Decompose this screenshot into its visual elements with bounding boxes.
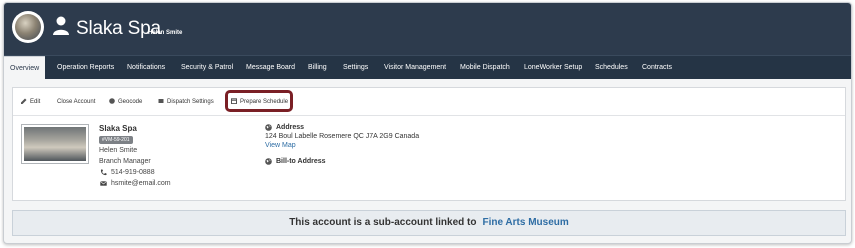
geocode-label: Geocode <box>118 99 143 105</box>
tab-billing[interactable]: Billing <box>302 56 333 80</box>
globe-icon <box>265 124 272 131</box>
tab-settings[interactable]: Settings <box>337 56 374 80</box>
tab-loneworker-setup[interactable]: LoneWorker Setup <box>518 56 588 80</box>
contact-role: Branch Manager <box>99 158 151 165</box>
account-toolbar: Edit Close Account Geocode Dispatch Sett… <box>13 88 845 116</box>
sub-account-text: This account is a sub-account linked to <box>289 217 477 228</box>
account-id-badge: #VM-59-201 <box>99 136 133 144</box>
contact-email: hsmite@email.com <box>111 180 171 187</box>
tab-message-board[interactable]: Message Board <box>240 56 301 80</box>
account-panel: Edit Close Account Geocode Dispatch Sett… <box>12 87 846 201</box>
phone-icon <box>100 169 107 176</box>
address-label: Address <box>276 124 305 131</box>
tab-security-patrol[interactable]: Security & Patrol <box>175 56 239 80</box>
close-account-button[interactable]: Close Account <box>57 94 95 110</box>
bill-to-address-label: Bill-to Address <box>276 158 326 165</box>
tab-schedules[interactable]: Schedules <box>589 56 634 80</box>
account-logo <box>12 11 44 43</box>
dispatch-settings-label: Dispatch Settings <box>167 99 214 105</box>
tab-overview[interactable]: Overview <box>4 56 46 80</box>
page-title: Slaka Spa <box>76 18 161 39</box>
tab-operation-reports[interactable]: Operation Reports <box>51 56 120 80</box>
contact-name: Slaka Spa <box>99 124 137 133</box>
page-subtitle: Helen Smite <box>148 30 183 36</box>
close-account-label: Close Account <box>57 99 96 105</box>
app-window: Slaka Spa Helen Smite Overview Operation… <box>3 2 852 244</box>
geocode-button[interactable]: Geocode <box>109 94 142 110</box>
dispatch-settings-button[interactable]: Dispatch Settings <box>158 94 214 110</box>
pencil-icon <box>21 98 27 104</box>
edit-label: Edit <box>30 99 41 105</box>
globe-icon <box>265 158 272 165</box>
envelope-icon <box>100 181 107 186</box>
sub-account-banner: This account is a sub-account linked to F… <box>12 210 846 236</box>
main-nav: Overview Operation Reports Notifications… <box>4 55 851 80</box>
account-photo <box>21 124 89 164</box>
parent-account-link[interactable]: Fine Arts Museum <box>482 217 568 228</box>
edit-button[interactable]: Edit <box>21 94 40 110</box>
contact-person: Helen Smite <box>99 147 138 154</box>
tab-contracts[interactable]: Contracts <box>636 56 678 80</box>
view-map-link[interactable]: View Map <box>265 142 296 149</box>
tab-visitor-management[interactable]: Visitor Management <box>378 56 452 80</box>
prepare-schedule-highlight <box>225 90 293 112</box>
dispatch-icon <box>158 99 164 103</box>
user-icon <box>53 16 69 35</box>
tab-notifications[interactable]: Notifications <box>121 56 171 80</box>
address-line: 124 Boul Labelle Rosemere QC J7A 2G9 Can… <box>265 133 420 140</box>
tab-mobile-dispatch[interactable]: Mobile Dispatch <box>454 56 516 80</box>
contact-phone: 514-919-0888 <box>111 169 155 176</box>
header-bar: Slaka Spa Helen Smite <box>4 3 851 55</box>
globe-icon <box>109 98 115 104</box>
